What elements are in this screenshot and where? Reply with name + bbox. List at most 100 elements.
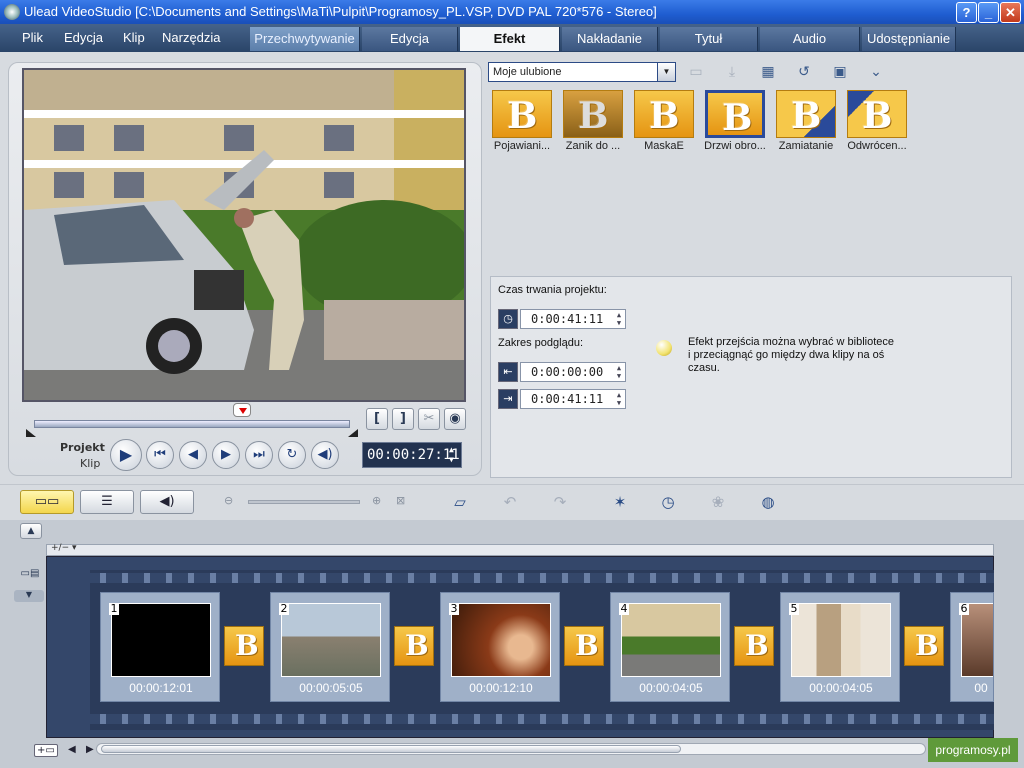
folder-icon[interactable]: ▭ — [684, 60, 708, 84]
clip-thumbnail[interactable]: 2 00:00:05:05 — [270, 592, 390, 702]
snapshot-button[interactable]: ◉ — [444, 408, 466, 430]
clip-thumbnail[interactable]: 3 00:00:12:10 — [440, 592, 560, 702]
mark-in-button[interactable]: [ — [366, 408, 388, 430]
tab-title[interactable]: Tytuł — [660, 27, 758, 51]
scrollbar-thumb[interactable] — [101, 745, 681, 753]
project-mode-label[interactable]: Projekt — [60, 441, 105, 454]
library-folder-select[interactable]: Moje ulubione ▼ — [488, 62, 676, 82]
fit-project-icon[interactable]: ⊠ — [396, 494, 405, 507]
window-title: Ulead VideoStudio [C:\Documents and Sett… — [24, 4, 657, 19]
range-start-spinner[interactable]: ▲ ▼ — [614, 364, 624, 380]
track-dropdown-icon[interactable]: ▼ — [14, 590, 44, 602]
ruler-zoom-control[interactable]: +/− ▾ — [51, 543, 77, 553]
clip-thumbnail[interactable]: 5 00:00:04:05 — [780, 592, 900, 702]
close-button[interactable]: ✕ — [1000, 2, 1021, 23]
clip-thumbnail[interactable]: 6 00 — [950, 592, 994, 702]
timecode-display[interactable]: 00:00:27:11 ▲ ▼ — [362, 442, 462, 468]
effect-item[interactable]: B Pojawiani... — [490, 90, 554, 156]
tab-audio[interactable]: Audio — [760, 27, 860, 51]
next-frame-icon[interactable]: ▶ — [212, 441, 240, 469]
home-icon[interactable]: ⏮ — [146, 441, 174, 469]
clip-duration: 00 — [974, 681, 988, 695]
redo-icon[interactable]: ↷ — [546, 488, 574, 516]
playhead-marker[interactable] — [233, 403, 251, 417]
transition-thumbnail[interactable]: B — [904, 626, 944, 666]
transition-thumbnail[interactable]: B — [564, 626, 604, 666]
transition-thumbnail[interactable]: B — [224, 626, 264, 666]
zoom-out-icon[interactable]: ⊖ — [224, 494, 233, 507]
effect-item[interactable]: B Odwrócen... — [845, 90, 909, 156]
tab-overlay[interactable]: Nakładanie — [562, 27, 658, 51]
track-manager-icon[interactable]: ▭▤ — [18, 566, 42, 584]
volume-icon[interactable]: ◀) — [311, 441, 339, 469]
smart-proxy-icon[interactable]: ✶ — [606, 488, 634, 516]
range-end-value: 0:00:41:11 — [531, 392, 604, 406]
timeline-scrollbar[interactable] — [96, 743, 926, 755]
timeline-view-button[interactable]: ☰ — [80, 490, 134, 514]
menu-plik[interactable]: Plik — [22, 24, 43, 52]
preview-scrubber[interactable] — [34, 420, 350, 428]
timeline-ruler[interactable]: +/− ▾ — [46, 543, 994, 556]
duration-spinner[interactable]: ▲ ▼ — [614, 311, 624, 327]
menu-edycja[interactable]: Edycja — [64, 24, 103, 52]
clip-image — [281, 603, 381, 677]
expand-options-icon[interactable]: ⌄ — [864, 60, 888, 84]
apply-effect-icon[interactable]: ↺ — [792, 60, 816, 84]
minimize-button[interactable]: _ — [978, 2, 999, 23]
storyboard-view-button[interactable]: ▭▭ — [20, 490, 74, 514]
chevron-down-icon[interactable]: ▼ — [657, 63, 675, 81]
menu-narzedzia[interactable]: Narzędzia — [162, 24, 221, 52]
help-button[interactable]: ? — [956, 2, 977, 23]
play-icon[interactable]: ▶ — [110, 439, 142, 471]
split-clip-button[interactable]: ✂ — [418, 408, 440, 430]
effect-item[interactable]: B MaskaE — [632, 90, 696, 156]
effect-thumbnail: B — [634, 90, 694, 138]
zoom-in-icon[interactable]: ⊕ — [372, 494, 381, 507]
effect-item[interactable]: B Drzwi obro... — [703, 90, 767, 156]
clip-thumbnail[interactable]: 1 00:00:12:01 — [100, 592, 220, 702]
chapter-icon[interactable]: ◷ — [654, 488, 682, 516]
import-icon[interactable]: ⤓ — [720, 60, 744, 84]
surround-mixer-icon[interactable]: ◍ — [754, 488, 782, 516]
range-end-spinner[interactable]: ▲ ▼ — [614, 391, 624, 407]
range-end-icon[interactable]: ⇥ — [498, 389, 518, 409]
transition-thumbnail[interactable]: B — [394, 626, 434, 666]
range-start-field[interactable]: 0:00:00:00 ▲ ▼ — [520, 362, 626, 382]
trim-end-handle[interactable] — [348, 429, 358, 437]
trim-start-handle[interactable] — [26, 429, 36, 437]
clip-thumbnail[interactable]: 4 00:00:04:05 — [610, 592, 730, 702]
range-start-icon[interactable]: ⇤ — [498, 362, 518, 382]
scroll-right-icon[interactable]: ▶ — [86, 744, 94, 755]
timecode-spinner[interactable]: ▲ ▼ — [449, 445, 459, 465]
end-icon[interactable]: ⏭ — [245, 441, 273, 469]
effect-label: Pojawiani... — [493, 140, 551, 152]
insert-media-icon[interactable]: ▱ — [446, 488, 474, 516]
menu-klip[interactable]: Klip — [123, 24, 145, 52]
add-track-icon[interactable]: +▭ — [34, 744, 58, 757]
collapse-timeline-icon[interactable]: ▲ — [20, 523, 42, 539]
prev-frame-icon[interactable]: ◀ — [179, 441, 207, 469]
effect-label: Drzwi obro... — [704, 140, 766, 152]
tab-share[interactable]: Udostępnianie — [862, 27, 956, 51]
transition-thumbnail[interactable]: B — [734, 626, 774, 666]
effect-thumbnail: B — [776, 90, 836, 138]
effect-item[interactable]: B Zamiatanie — [774, 90, 838, 156]
library-view-icon[interactable]: ▦ — [756, 60, 780, 84]
repeat-icon[interactable]: ↻ — [278, 441, 306, 469]
audio-view-button[interactable]: ◀) — [140, 490, 194, 514]
range-end-field[interactable]: 0:00:41:11 ▲ ▼ — [520, 389, 626, 409]
tab-effect[interactable]: Efekt — [460, 27, 560, 51]
effect-thumbnail: B — [847, 90, 907, 138]
zoom-slider[interactable] — [248, 500, 360, 504]
scroll-left-icon[interactable]: ◀ — [68, 744, 76, 755]
library-manager-icon[interactable]: ▣ — [828, 60, 852, 84]
clip-mode-label[interactable]: Klip — [80, 457, 100, 470]
effects-gallery: B Pojawiani... B Zanik do ... B MaskaE B… — [488, 90, 1018, 160]
multi-trim-icon[interactable]: ❀ — [704, 488, 732, 516]
project-duration-field[interactable]: 0:00:41:11 ▲ ▼ — [520, 309, 626, 329]
mark-out-button[interactable]: ] — [392, 408, 414, 430]
undo-icon[interactable]: ↶ — [496, 488, 524, 516]
tab-capture[interactable]: Przechwytywanie — [250, 27, 360, 51]
tab-edit[interactable]: Edycja — [362, 27, 458, 51]
effect-item[interactable]: B Zanik do ... — [561, 90, 625, 156]
